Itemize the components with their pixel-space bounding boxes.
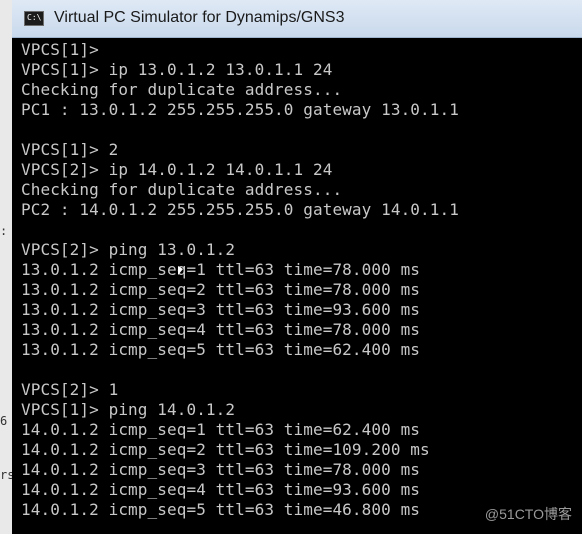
- terminal-line: 13.0.1.2 icmp_seq=5 ttl=63 time=62.400 m…: [21, 340, 421, 359]
- terminal-line: Checking for duplicate address...: [21, 180, 343, 199]
- background-fragment: 6: [0, 414, 8, 428]
- terminal-line: 13.0.1.2 icmp_seq=4 ttl=63 time=78.000 m…: [21, 320, 421, 339]
- terminal-line: VPCS[1]>: [21, 40, 99, 59]
- terminal-output[interactable]: VPCS[1]> VPCS[1]> ip 13.0.1.2 13.0.1.1 24…: [12, 38, 582, 534]
- console-app-icon[interactable]: C:\: [24, 11, 44, 26]
- terminal-line: 14.0.1.2 icmp_seq=4 ttl=63 time=93.600 m…: [21, 480, 421, 499]
- terminal-line: 13.0.1.2 icmp_seq=3 ttl=63 time=93.600 m…: [21, 300, 421, 319]
- mouse-cursor-icon: [178, 266, 183, 275]
- terminal-line: 14.0.1.2 icmp_seq=2 ttl=63 time=109.200 …: [21, 440, 430, 459]
- desktop: : 6 rs C:\ Virtual PC Simulator for Dyna…: [0, 0, 582, 534]
- window-title-bar[interactable]: C:\ Virtual PC Simulator for Dynamips/GN…: [12, 0, 582, 38]
- terminal-line: VPCS[1]> 2: [21, 140, 119, 159]
- console-app-icon-label: C:\: [27, 13, 42, 22]
- terminal-line: 14.0.1.2 icmp_seq=1 ttl=63 time=62.400 m…: [21, 420, 421, 439]
- terminal-line: VPCS[2]> ping 13.0.1.2: [21, 240, 236, 259]
- terminal-line: 13.0.1.2 icmp_seq=2 ttl=63 time=78.000 m…: [21, 280, 421, 299]
- background-fragment: :: [0, 224, 8, 238]
- terminal-line: VPCS[2]> ip 14.0.1.2 14.0.1.1 24: [21, 160, 333, 179]
- window-title: Virtual PC Simulator for Dynamips/GNS3: [54, 9, 345, 26]
- watermark: @51CTO博客: [484, 506, 572, 522]
- terminal-line: 14.0.1.2 icmp_seq=3 ttl=63 time=78.000 m…: [21, 460, 421, 479]
- terminal-line: 13.0.1.2 icmp_seq=1 ttl=63 time=78.000 m…: [21, 260, 421, 279]
- terminal-line: PC2 : 14.0.1.2 255.255.255.0 gateway 14.…: [21, 200, 459, 219]
- terminal-line: VPCS[1]> ip 13.0.1.2 13.0.1.1 24: [21, 60, 333, 79]
- terminal-line: PC1 : 13.0.1.2 255.255.255.0 gateway 13.…: [21, 100, 459, 119]
- terminal-line: VPCS[2]> 1: [21, 380, 119, 399]
- terminal-line: Checking for duplicate address...: [21, 80, 343, 99]
- terminal-line: VPCS[1]> ping 14.0.1.2: [21, 400, 236, 419]
